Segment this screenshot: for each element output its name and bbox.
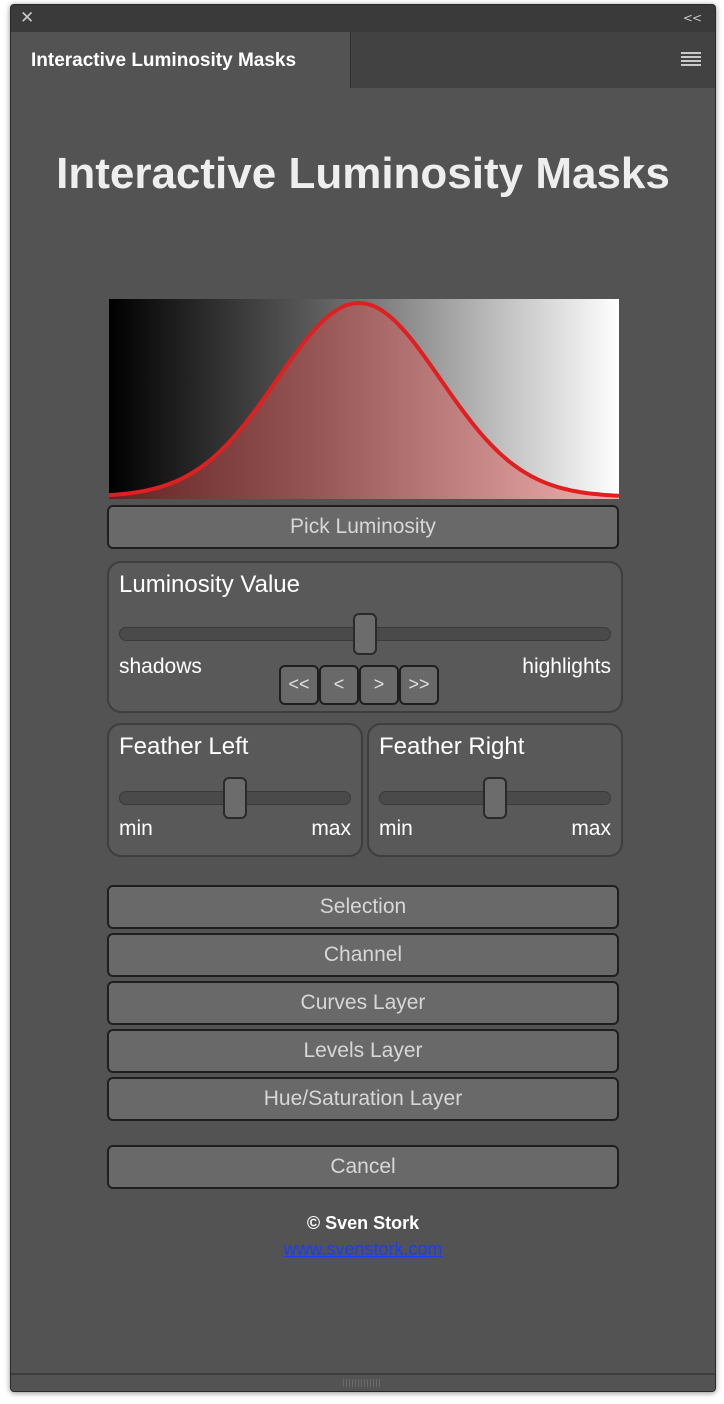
feather-left-slider-thumb[interactable] (223, 777, 247, 819)
selection-button[interactable]: Selection (107, 885, 619, 929)
luminosity-value-group: Luminosity Value shadows highlights << <… (107, 561, 623, 713)
panel-menu-icon[interactable] (681, 52, 701, 66)
panel-title: Interactive Luminosity Masks (56, 149, 670, 198)
luminosity-value-title: Luminosity Value (119, 571, 300, 598)
feather-left-min-label: min (119, 817, 153, 840)
feather-left-group: Feather Left min max (107, 723, 363, 857)
cancel-button[interactable]: Cancel (107, 1145, 619, 1189)
collapse-icon[interactable]: << (683, 10, 702, 26)
luminosity-slider-thumb[interactable] (353, 613, 377, 655)
feather-right-max-label: max (571, 817, 611, 840)
feather-left-max-label: max (311, 817, 351, 840)
copyright-credit: © Sven Stork (306, 1213, 420, 1233)
feather-left-title: Feather Left (119, 733, 249, 760)
curve-fill (109, 303, 619, 499)
tab-label: Interactive Luminosity Masks (31, 50, 297, 71)
feather-right-min-label: min (379, 817, 413, 840)
step-right-button[interactable]: > (359, 665, 399, 705)
luminosity-curve-svg (108, 300, 620, 499)
feather-right-title: Feather Right (379, 733, 525, 760)
close-icon[interactable]: ✕ (20, 9, 34, 27)
highlights-label: highlights (522, 655, 611, 678)
resize-bar (11, 1373, 715, 1391)
feather-right-slider-thumb[interactable] (483, 777, 507, 819)
curves-layer-button[interactable]: Curves Layer (107, 981, 619, 1025)
pick-luminosity-button[interactable]: Pick Luminosity (107, 505, 619, 549)
levels-layer-button[interactable]: Levels Layer (107, 1029, 619, 1073)
tab-interactive-luminosity-masks[interactable]: Interactive Luminosity Masks (11, 32, 351, 88)
step-big-right-button[interactable]: >> (399, 665, 439, 705)
luminosity-graph (108, 299, 620, 499)
shadows-label: shadows (119, 655, 202, 678)
title-bar: ✕ << (11, 5, 715, 32)
step-left-button[interactable]: < (319, 665, 359, 705)
channel-button[interactable]: Channel (107, 933, 619, 977)
hue-saturation-layer-button[interactable]: Hue/Saturation Layer (107, 1077, 619, 1121)
resize-grip-icon[interactable] (343, 1379, 381, 1387)
website-link-container: www.svenstork.com (11, 1239, 715, 1260)
tab-bar: Interactive Luminosity Masks (11, 32, 715, 88)
panel-window: ✕ << Interactive Luminosity Masks Intera… (10, 4, 716, 1392)
feather-right-group: Feather Right min max (367, 723, 623, 857)
website-link[interactable]: www.svenstork.com (283, 1239, 442, 1259)
step-big-left-button[interactable]: << (279, 665, 319, 705)
